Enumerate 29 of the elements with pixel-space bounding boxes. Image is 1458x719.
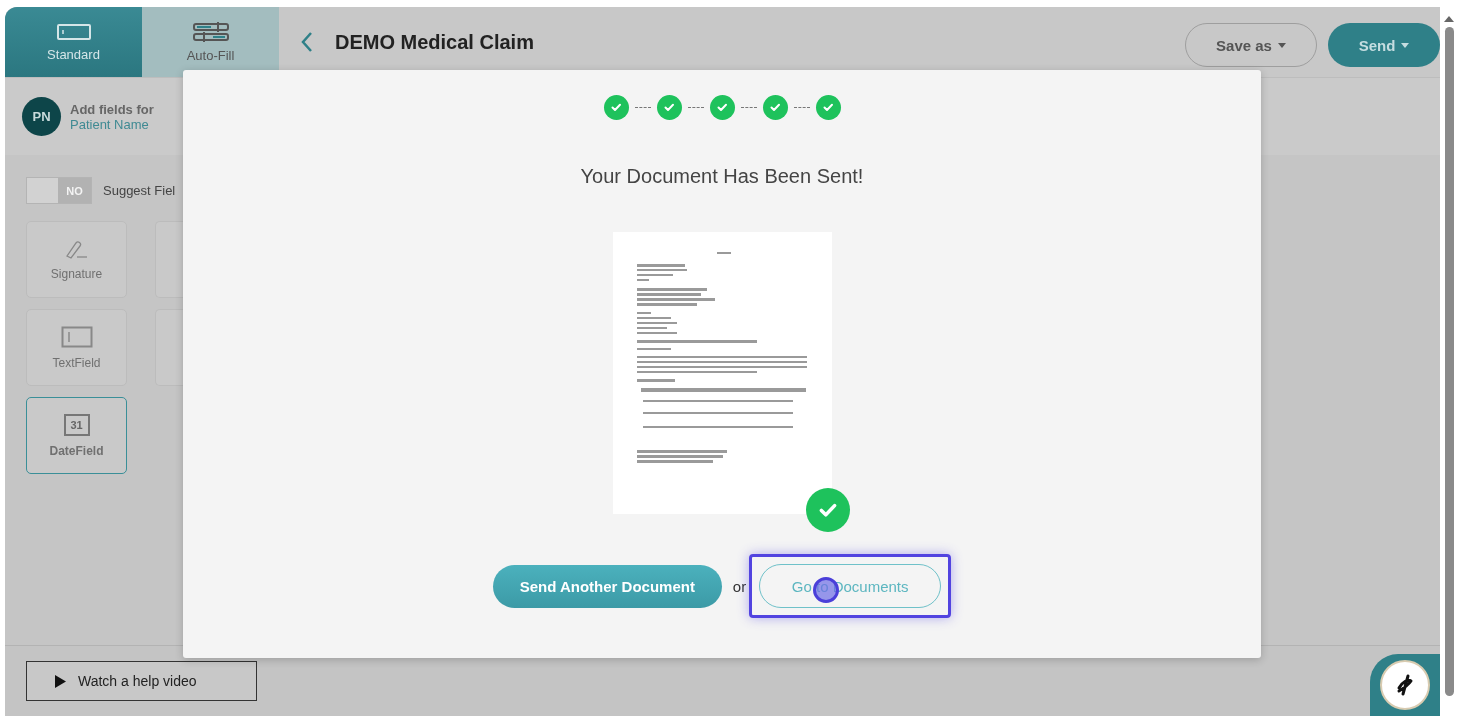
field-tile[interactable] xyxy=(155,309,183,386)
mode-tab[interactable]: Standard xyxy=(5,7,142,77)
sent-message: Your Document Has Been Sent! xyxy=(580,165,864,188)
recipient-name: Patient Name xyxy=(70,116,150,132)
scroll-up-icon[interactable] xyxy=(1444,15,1454,23)
field-icon xyxy=(55,22,92,41)
field-tile[interactable]: 31 DateField xyxy=(26,397,127,474)
sliders-icon xyxy=(191,21,230,42)
caret-icon xyxy=(1401,42,1410,48)
send-button[interactable]: Send xyxy=(1328,23,1440,67)
mode-tab[interactable]: Auto-Fill xyxy=(142,7,279,77)
recipient-avatar: PN xyxy=(22,97,61,136)
field-tile[interactable] xyxy=(155,221,183,298)
chat-button[interactable] xyxy=(1370,654,1440,716)
add-fields-label: Add fields for xyxy=(70,101,154,117)
text-field-icon xyxy=(60,325,93,348)
or-label: or xyxy=(732,577,747,595)
calendar-icon: 31 xyxy=(63,413,90,436)
document-title: DEMO Medical Claim xyxy=(335,30,534,54)
play-icon xyxy=(55,674,66,688)
send-another-button[interactable]: Send Another Document xyxy=(492,564,722,608)
back-chevron-icon[interactable] xyxy=(301,31,313,53)
caret-icon xyxy=(1277,42,1286,48)
help-video-button[interactable]: Watch a help video xyxy=(26,661,257,701)
scrollbar-thumb[interactable] xyxy=(1444,27,1454,696)
suggest-toggle[interactable]: NO xyxy=(26,177,92,204)
field-tile[interactable]: TextField xyxy=(26,309,127,386)
field-tile[interactable]: Signature xyxy=(26,221,127,298)
suggest-fields-label: Suggest Fiel xyxy=(103,183,176,198)
